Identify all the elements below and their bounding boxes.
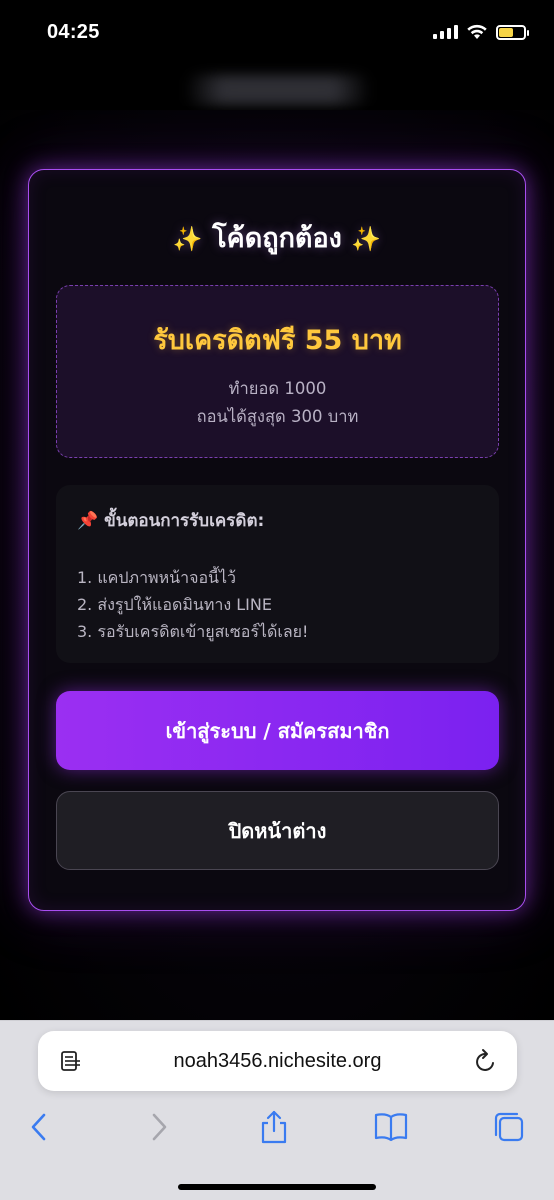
step-item: 2. ส่งรูปให้แอดมินทาง LINE <box>77 595 272 614</box>
blurred-page-title <box>185 75 371 105</box>
back-icon[interactable] <box>22 1109 58 1145</box>
status-icons <box>433 24 529 40</box>
forward-icon[interactable] <box>140 1109 176 1145</box>
modal-title-text: โค้ดถูกต้อง <box>212 223 342 254</box>
share-icon[interactable] <box>256 1109 292 1145</box>
wifi-icon <box>467 24 487 39</box>
step-item: 1. แคปภาพหน้าจอนี้ไว้ <box>77 568 237 587</box>
promo-turnover: ทำยอด 1000 <box>228 379 327 398</box>
sparkle-icon: ✨ <box>172 225 203 253</box>
cellular-signal-icon <box>433 25 458 39</box>
status-time: 04:25 <box>47 20 100 43</box>
status-bar: 04:25 <box>0 0 554 64</box>
steps-box: 📌 ขั้นตอนการรับเครดิต: 1. แคปภาพหน้าจอนี… <box>56 485 499 663</box>
promo-max-withdraw: ถอนได้สูงสุด 300 บาท <box>196 407 359 426</box>
battery-level <box>499 27 514 37</box>
modal-title: ✨ โค้ดถูกต้อง ✨ <box>29 216 525 259</box>
promo-code-modal: ✨ โค้ดถูกต้อง ✨ รับเครดิตฟรี 55 บาท ทำยอ… <box>28 169 526 911</box>
close-window-button[interactable]: ปิดหน้าต่าง <box>56 791 499 870</box>
battery-icon <box>496 24 529 40</box>
bookmarks-icon[interactable] <box>373 1109 409 1145</box>
steps-title: 📌 ขั้นตอนการรับเครดิต: <box>77 511 265 531</box>
address-bar[interactable]: noah3456.nichesite.org <box>38 1031 517 1091</box>
browser-toolbar: noah3456.nichesite.org <box>0 1020 554 1200</box>
browser-nav-toolbar <box>0 1109 554 1149</box>
reload-icon[interactable] <box>474 1048 498 1074</box>
tabs-icon[interactable] <box>491 1109 527 1145</box>
home-indicator[interactable] <box>178 1184 376 1190</box>
sparkle-icon: ✨ <box>351 225 382 253</box>
promo-box: รับเครดิตฟรี 55 บาท ทำยอด 1000 ถอนได้สูง… <box>56 285 499 458</box>
step-item: 3. รอรับเครดิตเข้ายูสเซอร์ได้เลย! <box>77 622 309 641</box>
steps-list: 1. แคปภาพหน้าจอนี้ไว้ 2. ส่งรูปให้แอดมิน… <box>77 564 308 645</box>
promo-headline: รับเครดิตฟรี 55 บาท <box>153 325 402 356</box>
login-register-button[interactable]: เข้าสู่ระบบ / สมัครสมาชิก <box>56 691 499 770</box>
url-text[interactable]: noah3456.nichesite.org <box>38 1031 517 1091</box>
